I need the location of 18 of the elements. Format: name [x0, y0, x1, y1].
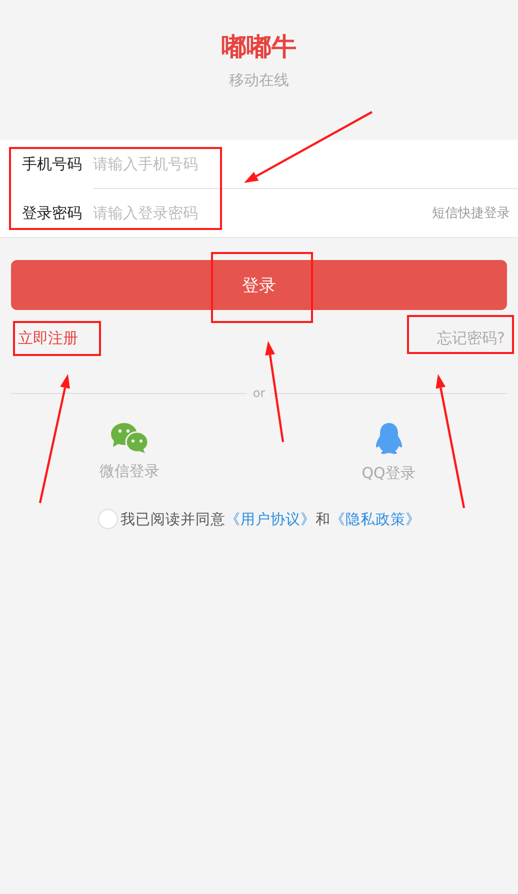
agreement-link[interactable]: 《隐私政策》 [330, 512, 420, 528]
agreement-link[interactable]: 《用户协议》 [226, 512, 316, 528]
register-link[interactable]: 立即注册 [18, 329, 78, 347]
field-label: 登录密码 [22, 204, 83, 222]
agreement-checkbox[interactable] [98, 509, 118, 529]
chat-bubbles-icon[interactable] [110, 422, 150, 454]
login-button[interactable]: 登录 [11, 260, 507, 310]
sms-login-link[interactable]: 短信快捷登录 [432, 204, 510, 222]
agreement-text: 我已阅读并同意《用户协议》和《隐私政策》 [120, 510, 420, 528]
input-field[interactable]: 请输入手机号码 [93, 155, 233, 173]
social-login-label[interactable]: 微信登录 [100, 462, 160, 481]
input-field[interactable]: 请输入登录密码 [93, 204, 233, 222]
divider-label: or [252, 386, 266, 400]
app-subtitle: 移动在线 [229, 71, 289, 90]
social-login-label[interactable]: QQ登录 [362, 464, 416, 483]
field-label: 手机号码 [22, 154, 83, 174]
app-title: 嘟嘟牛 [222, 31, 296, 63]
forgot-password-link[interactable]: 忘记密码? [437, 329, 505, 347]
